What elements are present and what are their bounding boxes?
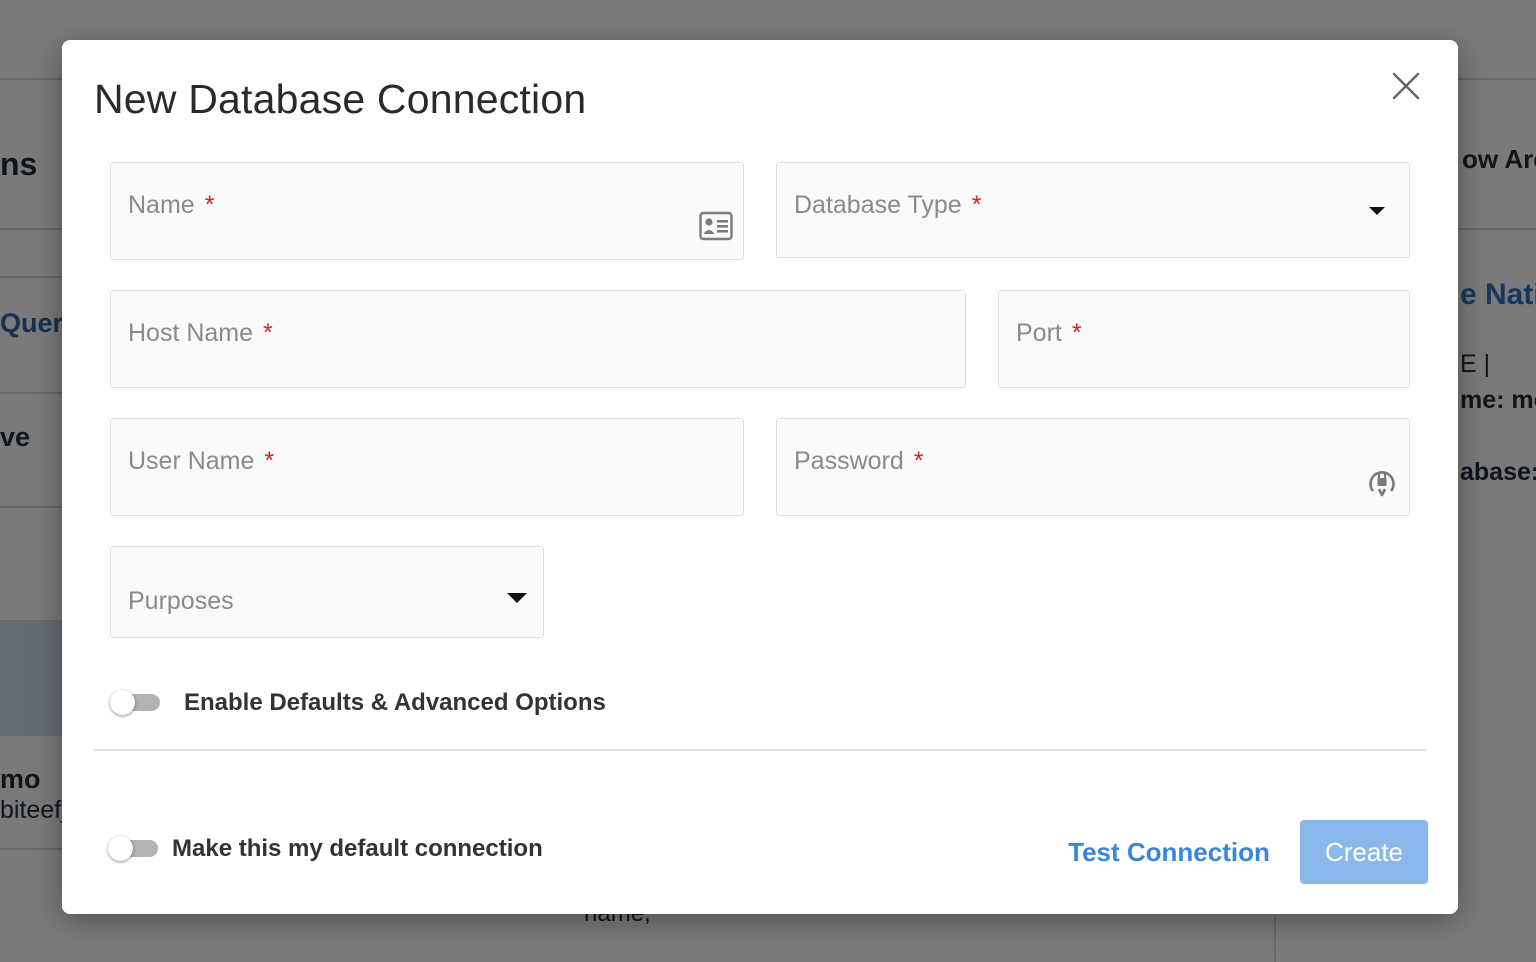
toggle-knob	[108, 836, 133, 861]
advanced-options-toggle[interactable]	[110, 690, 162, 715]
required-mark: *	[264, 447, 275, 475]
database-type-label: Database Type *	[794, 191, 982, 219]
required-mark: *	[971, 191, 982, 219]
caret-down-icon	[1369, 207, 1385, 215]
required-mark: *	[204, 191, 215, 219]
host-name-input[interactable]	[128, 349, 915, 379]
user-name-label: User Name *	[128, 447, 275, 475]
host-name-label: Host Name *	[128, 319, 273, 347]
dialog-divider	[94, 749, 1426, 751]
password-field[interactable]: Password *	[776, 418, 1410, 516]
name-label: Name *	[128, 191, 215, 219]
caret-down-icon	[507, 593, 527, 603]
user-name-field[interactable]: User Name *	[110, 418, 744, 516]
port-label: Port *	[1016, 319, 1082, 347]
port-field[interactable]: Port *	[998, 290, 1410, 388]
host-name-field[interactable]: Host Name *	[110, 290, 966, 388]
purposes-label: Purposes	[128, 587, 234, 615]
new-database-connection-dialog: New Database Connection Name * Database T…	[62, 40, 1458, 914]
dialog-title: New Database Connection	[94, 76, 587, 122]
close-button[interactable]	[1388, 68, 1424, 104]
toggle-knob	[110, 690, 135, 715]
advanced-options-label: Enable Defaults & Advanced Options	[184, 689, 606, 716]
required-mark: *	[913, 447, 924, 475]
default-connection-toggle[interactable]	[108, 836, 160, 861]
test-connection-button[interactable]: Test Connection	[1062, 830, 1276, 874]
database-type-select[interactable]: Database Type *	[776, 162, 1410, 258]
purposes-select[interactable]: Purposes	[110, 546, 544, 638]
close-icon	[1392, 72, 1420, 100]
create-button[interactable]: Create	[1300, 820, 1428, 884]
required-mark: *	[1071, 319, 1082, 347]
default-connection-label: Make this my default connection	[172, 835, 543, 862]
required-mark: *	[263, 319, 273, 347]
name-input[interactable]	[128, 221, 693, 251]
password-label: Password *	[794, 447, 924, 475]
lock-refresh-icon[interactable]	[1367, 465, 1397, 499]
password-input[interactable]	[794, 477, 1359, 507]
id-card-icon	[699, 211, 733, 241]
user-name-input[interactable]	[128, 477, 693, 507]
name-field[interactable]: Name *	[110, 162, 744, 260]
port-input[interactable]	[1016, 349, 1359, 379]
